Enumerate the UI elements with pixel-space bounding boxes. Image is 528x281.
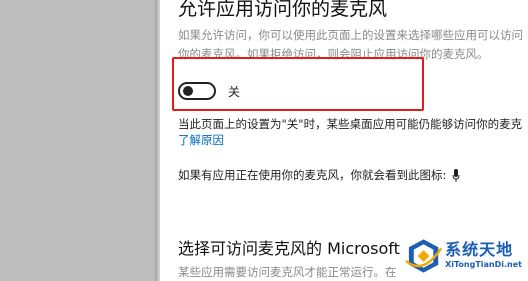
watermark: 系统天地 XiTongTianDi.net — [404, 236, 522, 276]
microphone-icon — [452, 168, 460, 182]
desktop-apps-note: 当此页面上的设置为"关"时，某些桌面应用可能仍能够访问你的麦克 — [178, 117, 523, 131]
watermark-url: XiTongTianDi.net — [445, 260, 522, 269]
page-title: 允许应用访问你的麦克风 — [178, 0, 388, 20]
indicator-text: 如果有应用正在使用你的麦克风，你就会看到此图标: — [178, 168, 447, 182]
section-description: 某些应用需要访问麦克风才能正常运行。在 — [178, 265, 397, 279]
highlight-box — [172, 57, 424, 111]
section-title: 选择可访问麦克风的 Microsoft — [178, 239, 400, 258]
navigation-pane — [0, 0, 155, 281]
watermark-text: 系统天地 XiTongTianDi.net — [445, 241, 522, 271]
watermark-logo-icon — [405, 239, 443, 273]
mic-in-use-indicator: 如果有应用正在使用你的麦克风，你就会看到此图标: — [178, 167, 460, 183]
learn-more-link[interactable]: 了解原因 — [178, 132, 224, 148]
watermark-brand: 系统天地 — [445, 240, 514, 259]
